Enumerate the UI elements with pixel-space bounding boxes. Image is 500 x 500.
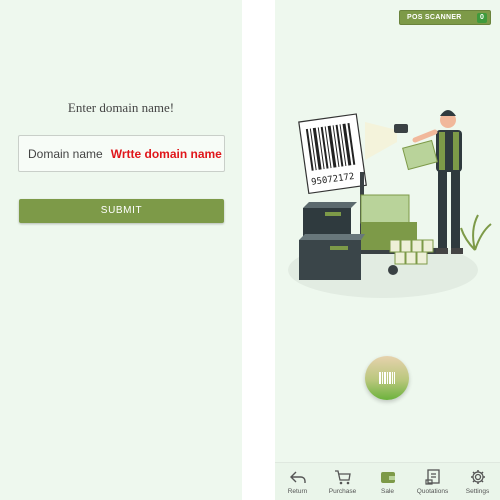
nav-label-sale: Sale xyxy=(380,488,394,495)
quotation-icon xyxy=(424,469,440,485)
sale-screen: POS SCANNER 0 95072172 Return Purchase S… xyxy=(275,0,500,500)
nav-item-sale[interactable]: Sale xyxy=(365,463,410,500)
nav-item-return[interactable]: Return xyxy=(275,463,320,500)
barcode-card-icon: 95072172 xyxy=(298,113,367,195)
domain-input[interactable]: Domain name Wrtte domain name xyxy=(18,135,225,172)
screen-gap xyxy=(242,0,275,500)
warehouse-scanner-illustration: 95072172 xyxy=(288,110,492,298)
nav-label-purchase: Purchase xyxy=(328,488,357,495)
domain-input-label: Domain name xyxy=(28,146,103,161)
domain-input-value[interactable]: Wrtte domain name xyxy=(111,147,222,161)
submit-button[interactable]: SUBMIT xyxy=(19,199,224,223)
nav-item-settings[interactable]: Settings xyxy=(455,463,500,500)
scan-barcode-button[interactable] xyxy=(365,356,409,400)
pos-scanner-label: POS SCANNER xyxy=(407,14,462,21)
barcode-icon xyxy=(379,372,395,384)
wallet-icon xyxy=(380,472,395,483)
gear-icon xyxy=(470,470,485,484)
nav-item-purchase[interactable]: Purchase xyxy=(320,463,365,500)
nav-label-return: Return xyxy=(287,488,308,495)
bottom-navigation: Return Purchase Sale Quotations Settings xyxy=(275,462,500,500)
pos-scanner-button[interactable]: POS SCANNER 0 xyxy=(399,10,491,25)
nav-label-quotations: Quotations xyxy=(416,488,449,495)
domain-heading: Enter domain name! xyxy=(67,100,175,115)
cart-icon xyxy=(334,470,351,485)
nav-item-quotations[interactable]: Quotations xyxy=(410,463,455,500)
return-icon xyxy=(289,471,306,483)
nav-label-settings: Settings xyxy=(465,488,490,495)
pos-scanner-count-badge: 0 xyxy=(477,13,487,23)
domain-screen: Enter domain name! Domain name Wrtte dom… xyxy=(0,0,242,500)
